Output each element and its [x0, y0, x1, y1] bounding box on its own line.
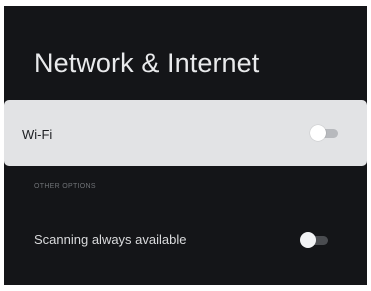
- scanning-toggle[interactable]: [300, 232, 328, 248]
- scanning-label: Scanning always available: [34, 232, 187, 247]
- wifi-row[interactable]: Wi-Fi: [4, 100, 367, 166]
- scanning-toggle-knob: [300, 232, 316, 248]
- wifi-toggle[interactable]: [310, 125, 338, 141]
- settings-panel: Network & Internet Wi-Fi OTHER OPTIONS S…: [4, 6, 367, 285]
- wifi-label: Wi-Fi: [22, 127, 53, 142]
- section-header-other-options: OTHER OPTIONS: [34, 183, 96, 190]
- wifi-toggle-knob: [310, 125, 326, 141]
- page-title: Network & Internet: [34, 48, 260, 78]
- scanning-row[interactable]: Scanning always available: [4, 216, 367, 264]
